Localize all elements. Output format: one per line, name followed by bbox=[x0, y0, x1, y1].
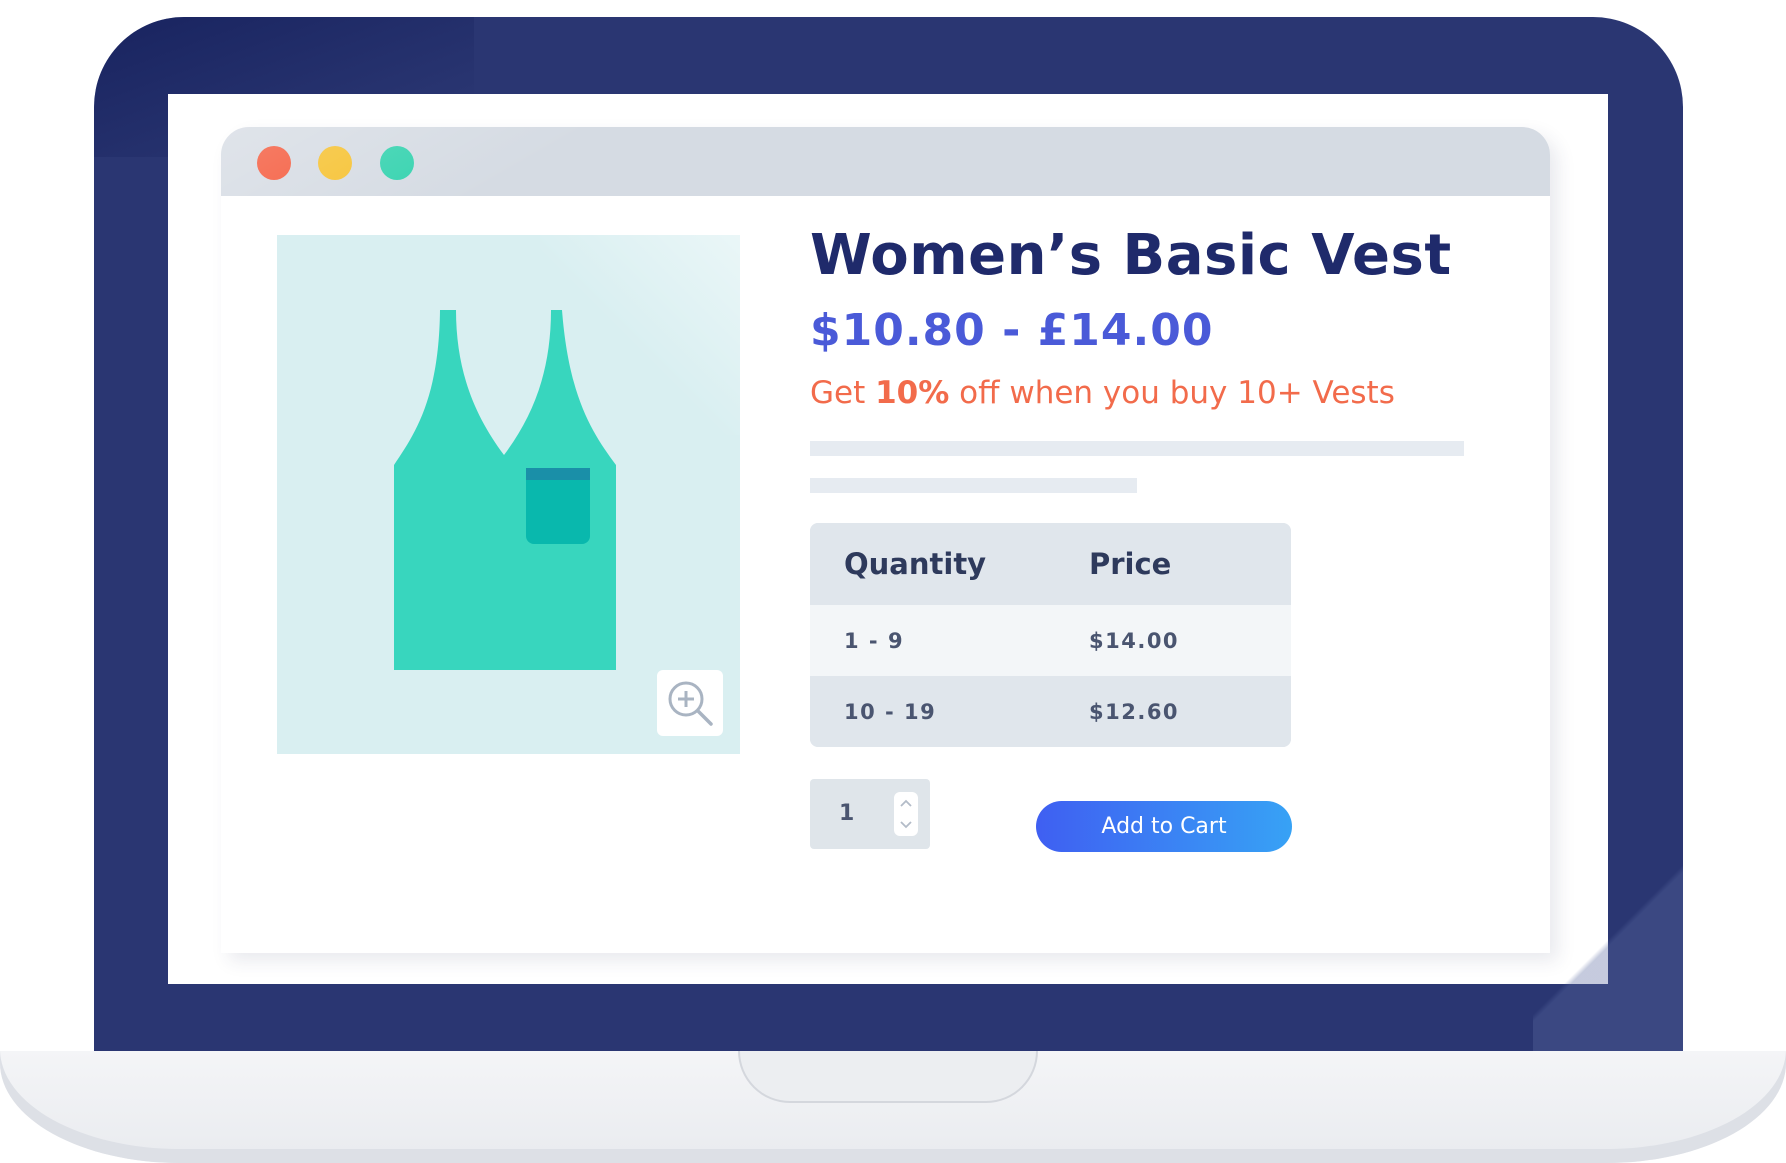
quantity-cell: 10 - 19 bbox=[844, 699, 937, 724]
description-placeholder-line bbox=[810, 441, 1464, 456]
product-title: Women’s Basic Vest bbox=[810, 223, 1452, 288]
quantity-value[interactable]: 1 bbox=[839, 801, 854, 826]
product-image[interactable] bbox=[277, 235, 740, 754]
browser-titlebar bbox=[221, 127, 1550, 196]
quantity-pricing-table: Quantity Price 1 - 9 $14.00 10 - 19 $12.… bbox=[810, 523, 1291, 747]
browser-window: Women’s Basic Vest $10.80 - £14.00 Get 1… bbox=[221, 127, 1550, 953]
quantity-cell: 1 - 9 bbox=[844, 628, 905, 653]
window-maximize-button[interactable] bbox=[380, 146, 414, 180]
window-close-button[interactable] bbox=[257, 146, 291, 180]
promo-prefix: Get bbox=[810, 375, 876, 411]
add-to-cart-button[interactable]: Add to Cart bbox=[1036, 801, 1292, 852]
table-row: 10 - 19 $12.60 bbox=[810, 676, 1291, 747]
column-header-price: Price bbox=[1089, 547, 1172, 581]
chevron-down-icon bbox=[900, 821, 912, 829]
promo-suffix: off when you buy 10+ Vests bbox=[949, 375, 1395, 411]
laptop-notch bbox=[738, 1051, 1038, 1103]
zoom-in-icon bbox=[668, 681, 713, 726]
vest-icon bbox=[394, 310, 616, 670]
table-row: 1 - 9 $14.00 bbox=[810, 605, 1291, 676]
price-range: $10.80 - £14.00 bbox=[810, 305, 1214, 356]
column-header-quantity: Quantity bbox=[844, 547, 987, 581]
table-header-row: Quantity Price bbox=[810, 523, 1291, 605]
zoom-button[interactable] bbox=[657, 670, 723, 736]
laptop-illustration: Women’s Basic Vest $10.80 - £14.00 Get 1… bbox=[0, 0, 1786, 1163]
quantity-spinner bbox=[894, 792, 918, 836]
description-placeholder-line bbox=[810, 478, 1137, 493]
window-minimize-button[interactable] bbox=[318, 146, 352, 180]
promo-text: Get 10% off when you buy 10+ Vests bbox=[810, 375, 1395, 411]
increment-button[interactable] bbox=[894, 792, 918, 814]
price-cell: $12.60 bbox=[1089, 699, 1180, 724]
chevron-up-icon bbox=[900, 799, 912, 807]
promo-highlight: 10% bbox=[875, 375, 950, 411]
decrement-button[interactable] bbox=[894, 814, 918, 836]
quantity-stepper[interactable]: 1 bbox=[810, 779, 930, 849]
price-cell: $14.00 bbox=[1089, 628, 1180, 653]
